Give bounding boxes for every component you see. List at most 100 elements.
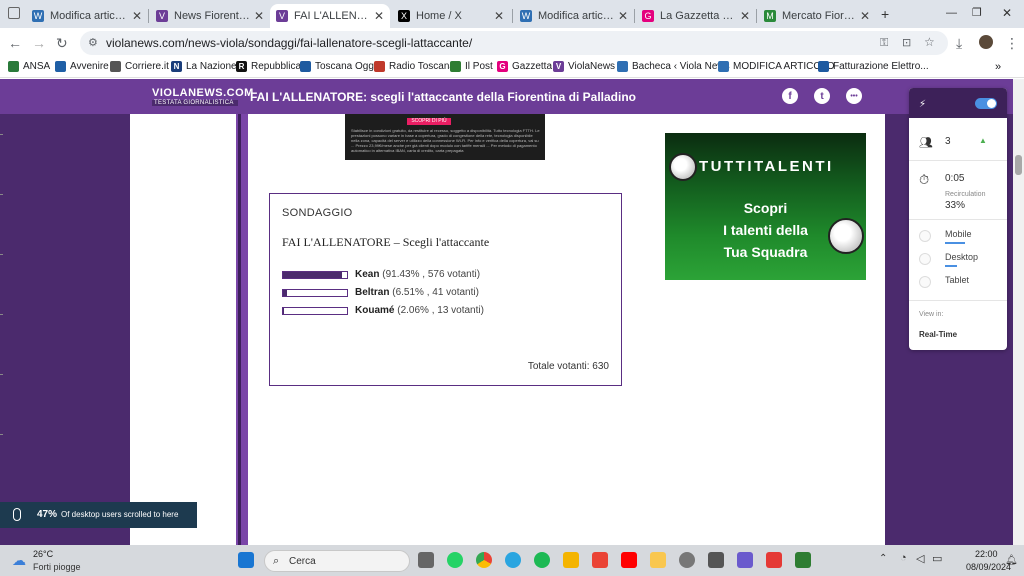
telegram-icon[interactable] <box>505 552 521 568</box>
bookmark-label: La Nazione <box>186 61 237 72</box>
gmail-icon[interactable] <box>592 552 608 568</box>
bookmark-toscana-oggi[interactable]: Toscana Oggi <box>300 61 376 72</box>
site-logo[interactable]: VIOLANEWS.COM TESTATA GIORNALISTICA <box>152 87 253 107</box>
ad-cta-button[interactable]: SCOPRI DI PIÙ <box>407 118 451 125</box>
facebook-icon[interactable]: f <box>782 88 798 104</box>
device-radio[interactable] <box>919 230 931 242</box>
calculator-icon[interactable] <box>708 552 724 568</box>
close-icon[interactable]: ✕ <box>740 9 750 23</box>
clock-time[interactable]: 22:00 <box>975 549 998 559</box>
spotify-icon[interactable] <box>534 552 550 568</box>
taskbar-search[interactable]: ⌕ Cerca <box>264 550 410 572</box>
minimize-icon[interactable]: — <box>946 7 957 19</box>
url-text[interactable]: violanews.com/news-viola/sondaggi/fai-la… <box>106 36 472 50</box>
video-editor-icon[interactable] <box>737 552 753 568</box>
volume-icon[interactable]: ◁ <box>916 552 924 565</box>
extension-toggle[interactable] <box>975 98 997 109</box>
battery-icon[interactable]: ▭ <box>932 552 942 565</box>
close-icon[interactable]: ✕ <box>494 9 504 23</box>
weather-cloud-icon[interactable]: ☁︎ <box>12 552 26 569</box>
bookmark-bacheca[interactable]: Bacheca ‹ Viola News <box>617 61 730 72</box>
poll-total: Totale votanti: 630 <box>527 361 609 372</box>
whatsapp-icon[interactable] <box>447 552 463 568</box>
browser-tab[interactable]: G La Gazzetta dello Spo ✕ <box>636 4 756 28</box>
chrome-icon[interactable] <box>476 552 492 568</box>
forward-icon[interactable]: → <box>32 36 46 50</box>
bookmark-icon <box>617 61 628 72</box>
wifi-icon[interactable]: ◔ <box>900 552 907 564</box>
browser-tab-active[interactable]: V FAI L'ALLENATORE: s ✕ <box>270 4 390 28</box>
bookmark-ansa[interactable]: ANSA <box>8 61 50 72</box>
install-icon[interactable]: ⊡ <box>902 36 911 50</box>
chevron-up-icon[interactable]: ⌃ <box>879 553 887 564</box>
top-advertisement[interactable]: SCOPRI DI PIÙ Stabilisce in condizioni g… <box>345 114 545 160</box>
close-icon[interactable]: ✕ <box>132 9 142 23</box>
notification-bell-icon[interactable]: 🔔︎ <box>1005 555 1018 566</box>
menu-icon[interactable]: ⋮ <box>1005 36 1019 50</box>
bookmark-il-post[interactable]: Il Post <box>450 61 493 72</box>
device-radio[interactable] <box>919 276 931 288</box>
reload-icon[interactable]: ↻ <box>56 36 68 50</box>
extension-header: ⚡︎ <box>909 88 1007 118</box>
view-in-value[interactable]: Real-Time <box>919 330 957 339</box>
weather-description[interactable]: Forti piogge <box>33 562 81 572</box>
scroll-depth-percent: 47% <box>37 509 58 520</box>
new-tab-button[interactable]: + <box>881 6 889 22</box>
browser-tab[interactable]: V News Fiorentina: agg ✕ <box>150 4 270 28</box>
excel-icon[interactable] <box>795 552 811 568</box>
download-icon[interactable]: ⤓ <box>956 36 962 50</box>
twitter-icon[interactable]: t <box>814 88 830 104</box>
recirculation-value: 33% <box>945 200 966 211</box>
settings-icon[interactable] <box>679 552 695 568</box>
more-bookmarks-icon[interactable]: » <box>995 61 1001 73</box>
visitors-count: 3 <box>945 136 951 147</box>
address-bar[interactable]: ⚙ violanews.com/news-viola/sondaggi/fai-… <box>80 31 948 55</box>
youtube-icon[interactable] <box>621 552 637 568</box>
file-explorer-icon[interactable] <box>650 552 666 568</box>
browser-tab[interactable]: W Modifica articolo ‹ Vi ✕ <box>514 4 634 28</box>
device-radio[interactable] <box>919 253 931 265</box>
device-mobile: Mobile <box>945 229 972 239</box>
weather-temp[interactable]: 26°C <box>33 549 53 559</box>
tuttitalenti-ad[interactable]: TUTTITALENTI Scopri I talenti della Tua … <box>665 133 866 280</box>
page-scrollbar[interactable] <box>1013 79 1024 545</box>
start-icon[interactable] <box>238 552 254 568</box>
key-icon[interactable]: ⚿ <box>880 36 888 50</box>
bookmark-violanews[interactable]: V ViolaNews <box>553 61 615 72</box>
bookmark-radio-toscana[interactable]: Radio Toscana <box>374 61 455 72</box>
bookmark-la-nazione[interactable]: N La Nazione <box>171 61 237 72</box>
close-window-icon[interactable]: ✕ <box>1002 6 1012 20</box>
left-background <box>0 114 130 545</box>
browser-tab[interactable]: M Mercato Fiorentina: ı ✕ <box>758 4 876 28</box>
bookmark-gazzetta[interactable]: G Gazzetta <box>497 61 552 72</box>
browser-tab[interactable]: X Home / X ✕ <box>392 4 510 28</box>
scrollbar-thumb[interactable] <box>1015 155 1022 175</box>
snipping-tool-icon[interactable] <box>766 552 782 568</box>
close-icon[interactable]: ✕ <box>374 9 384 23</box>
more-share-icon[interactable]: ••• <box>846 88 862 104</box>
poll-option-name: Beltran <box>355 287 390 298</box>
task-view-icon[interactable] <box>418 552 434 568</box>
windows-taskbar: ☁︎ 26°C Forti piogge ⌕ Cerca ⌃ ◔ ◁ ▭ 22:… <box>0 545 1024 576</box>
tab-divider <box>756 9 757 23</box>
bookmark-star-icon[interactable]: ☆ <box>924 35 935 49</box>
view-in-label: View in: <box>919 311 944 318</box>
photos-icon[interactable] <box>563 552 579 568</box>
close-icon[interactable]: ✕ <box>618 9 628 23</box>
bookmark-avvenire[interactable]: Avvenire <box>55 61 109 72</box>
site-info-icon[interactable]: ⚙ <box>88 36 98 50</box>
close-icon[interactable]: ✕ <box>860 9 870 23</box>
avatar[interactable] <box>979 35 993 49</box>
ruler-tick <box>0 314 3 315</box>
back-icon[interactable]: ← <box>8 36 22 50</box>
bookmark-corriere[interactable]: Corriere.it <box>110 61 169 72</box>
restore-icon[interactable]: ❐ <box>972 6 982 19</box>
bookmark-repubblica[interactable]: R Repubblica <box>236 61 301 72</box>
tab-search-icon[interactable] <box>8 7 20 19</box>
browser-tab[interactable]: W Modifica articolo ‹ Vi ✕ <box>26 4 148 28</box>
close-icon[interactable]: ✕ <box>254 9 264 23</box>
gazzetta-icon: G <box>642 10 654 22</box>
logo-sub: TESTATA GIORNALISTICA <box>152 100 238 106</box>
bookmark-label: ANSA <box>23 61 51 72</box>
bookmark-fatturazione[interactable]: Fatturazione Elettro... <box>818 61 929 72</box>
